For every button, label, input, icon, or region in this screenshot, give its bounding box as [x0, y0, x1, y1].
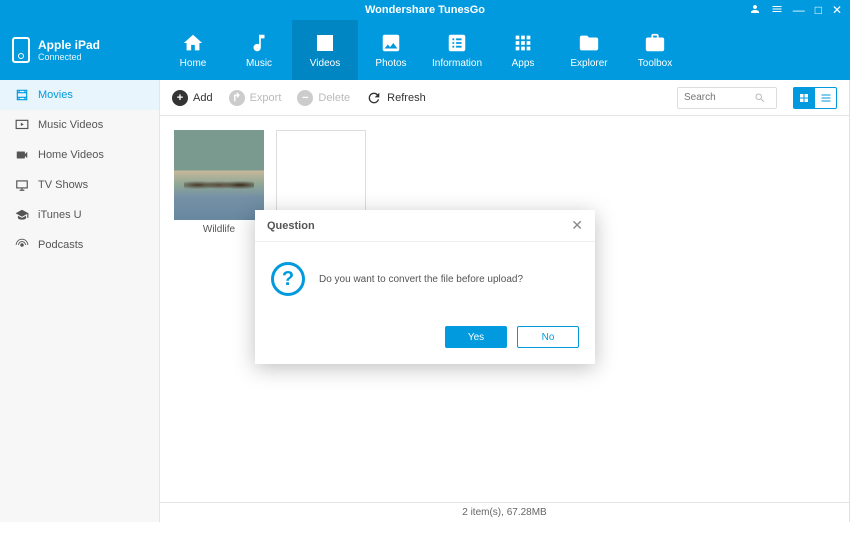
explorer-icon [578, 32, 600, 54]
music-icon [248, 32, 270, 54]
nav-videos[interactable]: Videos [292, 20, 358, 80]
home-icon [182, 32, 204, 54]
video-placeholder[interactable] [276, 130, 366, 220]
menu-icon[interactable] [771, 3, 783, 18]
video-label: Wildlife [174, 224, 264, 235]
sidebar-item-label: Movies [38, 89, 73, 101]
nav-information[interactable]: Information [424, 20, 490, 80]
tablet-icon [12, 37, 30, 63]
refresh-button[interactable]: Refresh [366, 90, 426, 106]
sidebar-item-label: iTunes U [38, 209, 82, 221]
nav-apps[interactable]: Apps [490, 20, 556, 80]
titlebar: Wondershare TunesGo — □ ✕ [0, 0, 850, 20]
no-button[interactable]: No [517, 326, 579, 348]
device-name: Apple iPad [38, 38, 100, 52]
search-input[interactable] [684, 92, 754, 103]
close-icon[interactable]: ✕ [832, 3, 842, 17]
maximize-icon[interactable]: □ [815, 3, 822, 17]
sidebar-item-itunes-u[interactable]: iTunes U [0, 200, 159, 230]
delete-button[interactable]: − Delete [297, 90, 350, 106]
dialog-title: Question [267, 220, 315, 232]
camera-icon [14, 148, 30, 162]
export-button[interactable]: ↱ Export [229, 90, 282, 106]
user-icon[interactable] [749, 3, 761, 18]
video-thumbnail [174, 130, 264, 220]
nav-home[interactable]: Home [160, 20, 226, 80]
plus-icon: + [172, 90, 188, 106]
nav: Home Music Videos Photos Information App… [160, 20, 688, 80]
podcast-icon [14, 238, 30, 252]
videos-icon [314, 32, 336, 54]
device-panel[interactable]: Apple iPad Connected [0, 20, 160, 80]
refresh-icon [366, 90, 382, 106]
toolbar: + Add ↱ Export − Delete Refresh [160, 80, 849, 116]
photos-icon [380, 32, 402, 54]
search-icon [754, 92, 766, 104]
toolbox-icon [644, 32, 666, 54]
sidebar-item-tv-shows[interactable]: TV Shows [0, 170, 159, 200]
dialog-header: Question ✕ [255, 210, 595, 242]
minus-icon: − [297, 90, 313, 106]
view-toggle [793, 87, 837, 109]
apps-icon [512, 32, 534, 54]
nav-toolbox[interactable]: Toolbox [622, 20, 688, 80]
nav-explorer[interactable]: Explorer [556, 20, 622, 80]
tv-icon [14, 178, 30, 192]
list-view-button[interactable] [815, 87, 837, 109]
music-video-icon [14, 118, 30, 132]
status-text: 2 item(s), 67.28MB [462, 507, 546, 518]
statusbar: 2 item(s), 67.28MB [160, 502, 849, 522]
dialog-body: ? Do you want to convert the file before… [255, 242, 595, 316]
minimize-icon[interactable]: — [793, 3, 805, 17]
app-title: Wondershare TunesGo [365, 4, 485, 16]
grid-view-button[interactable] [793, 87, 815, 109]
window-controls: — □ ✕ [749, 3, 842, 18]
video-item[interactable]: Wildlife [174, 130, 264, 235]
sidebar-item-label: Home Videos [38, 149, 104, 161]
sidebar-item-music-videos[interactable]: Music Videos [0, 110, 159, 140]
dialog-footer: Yes No [255, 316, 595, 364]
sidebar: Movies Music Videos Home Videos TV Shows… [0, 80, 160, 522]
sidebar-item-movies[interactable]: Movies [0, 80, 159, 110]
information-icon [446, 32, 468, 54]
export-icon: ↱ [229, 90, 245, 106]
sidebar-item-label: TV Shows [38, 179, 88, 191]
search-box[interactable] [677, 87, 777, 109]
yes-button[interactable]: Yes [445, 326, 507, 348]
add-button[interactable]: + Add [172, 90, 213, 106]
sidebar-item-podcasts[interactable]: Podcasts [0, 230, 159, 260]
dialog-message: Do you want to convert the file before u… [319, 274, 523, 285]
graduation-icon [14, 208, 30, 222]
question-icon: ? [271, 262, 305, 296]
nav-photos[interactable]: Photos [358, 20, 424, 80]
header: Apple iPad Connected Home Music Videos P… [0, 20, 850, 80]
sidebar-item-home-videos[interactable]: Home Videos [0, 140, 159, 170]
film-icon [14, 88, 30, 102]
dialog-close-icon[interactable]: ✕ [571, 217, 583, 234]
sidebar-item-label: Podcasts [38, 239, 83, 251]
question-dialog: Question ✕ ? Do you want to convert the … [255, 210, 595, 364]
device-status: Connected [38, 52, 100, 62]
sidebar-item-label: Music Videos [38, 119, 103, 131]
nav-music[interactable]: Music [226, 20, 292, 80]
